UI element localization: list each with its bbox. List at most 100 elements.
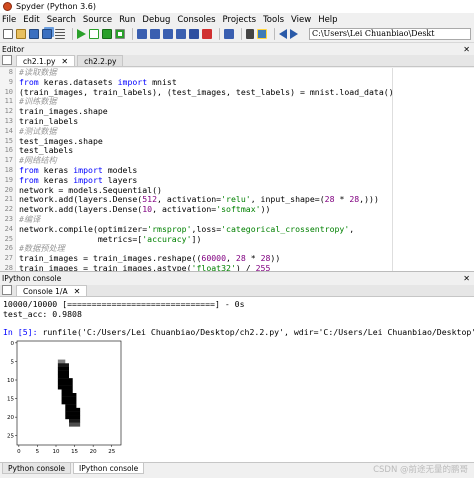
y-tick-label: 5 [11, 359, 15, 365]
y-tick-label: 10 [7, 378, 14, 384]
tab-ch2-1[interactable]: ch2.1.py ✕ [16, 55, 76, 67]
window-title: Spyder (Python 3.6) [16, 2, 96, 11]
line-number: 12 [4, 107, 13, 116]
run-file-icon[interactable] [77, 29, 86, 39]
digit-pixel-row [65, 407, 81, 412]
digit-pixel-row [65, 404, 77, 409]
line-number: 10 [4, 87, 13, 96]
tab-python-console[interactable]: Python console [2, 463, 72, 474]
digit-pixel-row [57, 367, 69, 371]
x-tick-label: 25 [108, 449, 115, 455]
watermark: CSDN @前途无量的鹏哥 [373, 465, 468, 475]
continue-icon[interactable] [189, 29, 199, 39]
menu-search[interactable]: Search [47, 15, 76, 25]
preferences-wrench-icon[interactable] [246, 29, 254, 39]
menu-edit[interactable]: Edit [23, 15, 39, 25]
menu-file[interactable]: File [2, 15, 16, 25]
save-all-icon[interactable] [42, 29, 52, 39]
line-number: 27 [4, 254, 13, 263]
open-folder-icon[interactable] [16, 29, 26, 39]
menu-consoles[interactable]: Consoles [177, 15, 215, 25]
working-directory-field[interactable]: C:\Users\Lei Chuanbiao\Deskt [309, 28, 471, 40]
menu-help[interactable]: Help [318, 15, 337, 25]
close-pane-icon[interactable]: ✕ [463, 44, 470, 55]
line-number: 28 [4, 263, 13, 272]
line-number: 25 [4, 234, 13, 243]
step-return-icon[interactable] [176, 29, 186, 39]
digit-pixel-row [61, 389, 73, 394]
menu-view[interactable]: View [291, 15, 311, 25]
line-number: 22 [4, 205, 13, 214]
console-progress-line: 10000/10000 [===========================… [3, 299, 245, 309]
title-bar: Spyder (Python 3.6) [0, 0, 474, 13]
close-pane-icon[interactable]: ✕ [463, 273, 470, 284]
y-tick-label: 0 [11, 341, 15, 347]
code-editor[interactable]: 8 9 10 11 12 13 14 15 16 17 18 19 20 21 … [0, 68, 474, 272]
digit-pixel-row [61, 393, 77, 397]
new-file-icon[interactable] [3, 29, 13, 39]
debug-icon[interactable] [137, 29, 147, 39]
digit-pixel-row [69, 419, 81, 423]
back-arrow-icon[interactable] [279, 29, 287, 39]
digit-pixel-row [57, 374, 69, 379]
code-line: test_images.shape [19, 135, 103, 146]
run-cell-advance-icon[interactable] [102, 29, 112, 39]
digit-pixel-row [57, 359, 66, 364]
code-line: test_labels [19, 145, 74, 156]
browse-tabs-icon[interactable] [2, 55, 12, 65]
step-icon[interactable] [150, 29, 160, 39]
editor-pane-label: Editor ✕ [0, 44, 474, 55]
digit-pixel-row [61, 400, 77, 405]
save-icon[interactable] [29, 29, 39, 39]
toolbar-separator [132, 28, 133, 40]
menu-projects[interactable]: Projects [223, 15, 257, 25]
console-pane-title: IPython console [2, 274, 62, 283]
console-tab-bar: Console 1/A ✕ [0, 285, 474, 297]
editor-tab-bar: ch2.1.py ✕ ch2.2.py [0, 55, 474, 67]
x-tick-label: 10 [53, 449, 60, 455]
forward-arrow-icon[interactable] [290, 29, 298, 39]
outline-list-icon[interactable] [55, 29, 65, 39]
toolbar-separator [72, 28, 73, 40]
line-number: 15 [4, 136, 13, 145]
tab-ch2-2[interactable]: ch2.2.py [77, 55, 124, 66]
code-line: train_labels [19, 115, 79, 126]
line-number: 16 [4, 146, 13, 155]
y-axis-ticks: 0 5 10 15 20 25 [7, 341, 17, 440]
console-pane-label: IPython console ✕ [0, 273, 474, 284]
menu-debug[interactable]: Debug [142, 15, 170, 25]
line-number: 13 [4, 116, 13, 125]
python-path-icon[interactable] [257, 29, 267, 39]
editor-pane-title: Editor [2, 45, 25, 54]
run-selection-icon[interactable] [115, 29, 125, 39]
stop-debug-icon[interactable] [202, 29, 212, 39]
tab-ipython-console[interactable]: IPython console [73, 463, 145, 474]
run-cell-icon[interactable] [89, 29, 99, 39]
tab-label: Console 1/A [23, 286, 68, 296]
toolbar-separator [274, 28, 275, 40]
code-line: metrics=['accuracy']) [19, 233, 202, 244]
code-line: train_images.shape [19, 106, 108, 117]
x-tick-label: 0 [17, 449, 21, 455]
digit-pixel-row [69, 422, 81, 427]
line-number: 9 [8, 77, 13, 86]
code-line: (train_images, train_labels), (test_imag… [19, 86, 394, 97]
browse-tabs-icon[interactable] [2, 285, 12, 295]
close-tab-icon[interactable]: ✕ [61, 56, 68, 67]
line-number: 8 [8, 68, 13, 76]
digit-pixel-row [57, 363, 69, 368]
menu-tools[interactable]: Tools [263, 15, 284, 25]
step-into-icon[interactable] [163, 29, 173, 39]
x-tick-label: 15 [71, 449, 78, 455]
tab-console-1[interactable]: Console 1/A ✕ [16, 285, 88, 297]
code-line: train_images = train_images.astype('floa… [19, 262, 271, 272]
menu-bar: File Edit Search Source Run Debug Consol… [0, 13, 474, 26]
menu-run[interactable]: Run [119, 15, 135, 25]
line-number-gutter: 8 9 10 11 12 13 14 15 16 17 18 19 20 21 … [0, 68, 16, 271]
close-tab-icon[interactable]: ✕ [74, 286, 81, 297]
line-number: 18 [4, 165, 13, 174]
toolbar-separator [241, 28, 242, 40]
maximize-pane-icon[interactable] [224, 29, 234, 39]
menu-source[interactable]: Source [83, 15, 112, 25]
digit-pixel-row [61, 396, 77, 401]
